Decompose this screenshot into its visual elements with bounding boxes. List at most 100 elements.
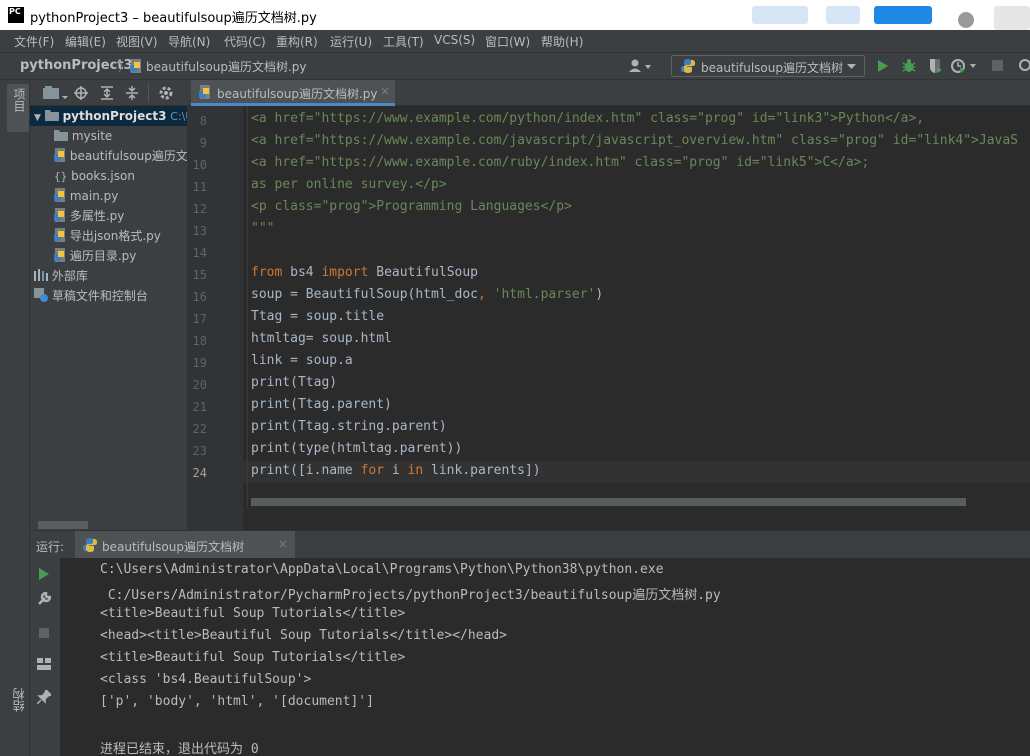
tree-item-walk-dir[interactable]: 遍历目录.py: [54, 246, 136, 266]
code-line: """: [251, 221, 275, 236]
menu-run[interactable]: 运行(U): [330, 33, 372, 50]
tree-item-label: 导出json格式.py: [69, 229, 161, 243]
menu-file[interactable]: 文件(F): [14, 33, 54, 50]
console-line: <title>Beautiful Soup Tutorials</title>: [100, 650, 406, 665]
pin-icon[interactable]: [37, 690, 51, 704]
title-bar: PC pythonProject3 – beautifulsoup遍历文档树.p…: [0, 0, 1030, 30]
horizontal-scrollbar[interactable]: [251, 498, 966, 506]
tree-root-label: pythonProject3: [62, 109, 167, 123]
window-title: pythonProject3 – beautifulsoup遍历文档树.py: [30, 11, 317, 26]
debug-icon[interactable]: [901, 58, 917, 74]
stop-icon[interactable]: [39, 628, 49, 638]
editor-tab-active[interactable]: beautifulsoup遍历文档树.py ×: [191, 80, 395, 106]
collapse-all-icon[interactable]: [125, 86, 139, 100]
menu-edit[interactable]: 编辑(E): [65, 33, 106, 50]
rerun-icon[interactable]: [38, 567, 50, 581]
gear-icon[interactable]: [158, 85, 174, 101]
json-file-icon: {}: [54, 170, 68, 183]
console-line: C:\Users\Administrator\AppData\Local\Pro…: [100, 562, 664, 577]
tree-item-main[interactable]: main.py: [54, 186, 118, 206]
tree-item-label: mysite: [71, 129, 113, 143]
horizontal-scrollbar[interactable]: [38, 521, 88, 529]
structure-tool-tab[interactable]: 结构: [10, 688, 27, 712]
line-number: 23: [192, 444, 207, 458]
line-number: 10: [192, 158, 207, 172]
search-icon[interactable]: [1018, 58, 1030, 74]
python-icon: [681, 59, 695, 73]
menu-vcs[interactable]: VCS(S): [434, 33, 475, 47]
code-line: <p class="prog">Programming Languages</p…: [251, 199, 572, 214]
tree-item-beautifulsoup[interactable]: beautifulsoup遍历文: [54, 146, 187, 166]
locate-icon[interactable]: [74, 86, 88, 100]
line-number: 19: [192, 356, 207, 370]
expand-all-icon[interactable]: [100, 86, 114, 100]
python-file-icon: [54, 148, 65, 162]
console-line: <head><title>Beautiful Soup Tutorials</t…: [100, 628, 507, 643]
python-icon: [83, 538, 97, 552]
console-output[interactable]: C:\Users\Administrator\AppData\Local\Pro…: [60, 558, 1030, 756]
menu-code[interactable]: 代码(C): [224, 33, 266, 50]
navigation-bar: pythonProject3 〉 beautifulsoup遍历文档树.py b…: [0, 52, 1030, 80]
run-configuration-select[interactable]: beautifulsoup遍历文档树: [671, 55, 865, 77]
line-number: 11: [192, 180, 207, 194]
indent-guide: [247, 106, 248, 506]
tree-item-label: 外部库: [51, 269, 88, 283]
menu-window[interactable]: 窗口(W): [485, 33, 530, 50]
tree-item-external-libraries[interactable]: 外部库: [34, 266, 88, 286]
wrench-icon[interactable]: [37, 592, 51, 606]
python-file-icon: [130, 59, 141, 73]
tree-item-export-json[interactable]: 导出json格式.py: [54, 226, 161, 246]
line-number: 8: [199, 114, 207, 128]
run-panel-label: 运行:: [36, 540, 65, 554]
tree-item-mysite[interactable]: mysite: [54, 126, 112, 146]
tree-root-project[interactable]: ▼ pythonProject3 C:\Us: [34, 106, 187, 126]
line-number: 14: [192, 246, 207, 260]
run-toolbar: [30, 558, 90, 756]
tree-item-books-json[interactable]: {} books.json: [54, 166, 135, 186]
menu-tools[interactable]: 工具(T): [383, 33, 424, 50]
code-line: <a href="https://www.example.com/python/…: [251, 111, 925, 126]
close-icon[interactable]: ×: [278, 537, 288, 551]
project-tool-tab-label: 项目: [12, 88, 26, 112]
close-icon[interactable]: ×: [380, 84, 390, 98]
python-file-icon: [54, 228, 65, 242]
console-line: <title>Beautiful Soup Tutorials</title>: [100, 606, 406, 621]
project-tool-tab[interactable]: 项目: [7, 84, 29, 132]
python-file-icon: [54, 248, 65, 262]
code-editor[interactable]: <a href="https://www.example.com/python/…: [243, 106, 1030, 530]
menu-view[interactable]: 视图(V): [116, 33, 158, 50]
blurred-avatar: [958, 12, 974, 28]
code-line: Ttag = soup.title: [251, 309, 385, 324]
run-tab[interactable]: beautifulsoup遍历文档树 ×: [75, 531, 295, 559]
project-view-icon[interactable]: [43, 86, 69, 100]
user-icon[interactable]: [628, 59, 652, 73]
breadcrumb-file[interactable]: beautifulsoup遍历文档树.py: [146, 58, 307, 75]
breadcrumb-project[interactable]: pythonProject3: [20, 58, 133, 73]
code-line: print([i.name for i in link.parents]): [251, 463, 541, 478]
console-line: <class 'bs4.BeautifulSoup'>: [100, 672, 312, 687]
line-number: 18: [192, 334, 207, 348]
blurred-area: [752, 6, 808, 24]
tree-item-scratches[interactable]: 草稿文件和控制台: [34, 286, 148, 306]
line-number: 17: [192, 312, 207, 326]
line-number: 9: [199, 136, 207, 150]
line-number: 20: [192, 378, 207, 392]
tree-item-multi-attr[interactable]: 多属性.py: [54, 206, 124, 226]
layout-icon[interactable]: [37, 658, 51, 670]
stop-icon[interactable]: [992, 60, 1003, 71]
toolbar-divider: [148, 84, 149, 102]
menu-help[interactable]: 帮助(H): [541, 33, 583, 50]
chevron-down-icon: [847, 64, 856, 69]
menu-bar: 文件(F) 编辑(E) 视图(V) 导航(N) 代码(C) 重构(R) 运行(U…: [0, 30, 1030, 52]
left-tool-strip: 项目 结构: [0, 80, 30, 756]
code-line: print(Ttag): [251, 375, 338, 390]
menu-refactor[interactable]: 重构(R): [276, 33, 318, 50]
coverage-icon[interactable]: [927, 58, 943, 74]
pycharm-logo-icon: PC: [8, 7, 24, 23]
run-icon[interactable]: [877, 59, 889, 73]
tree-item-label: 遍历目录.py: [69, 249, 137, 263]
menu-navigate[interactable]: 导航(N): [168, 33, 210, 50]
folder-icon: [54, 130, 68, 141]
python-file-icon: [199, 85, 210, 99]
profile-icon[interactable]: [951, 58, 977, 74]
